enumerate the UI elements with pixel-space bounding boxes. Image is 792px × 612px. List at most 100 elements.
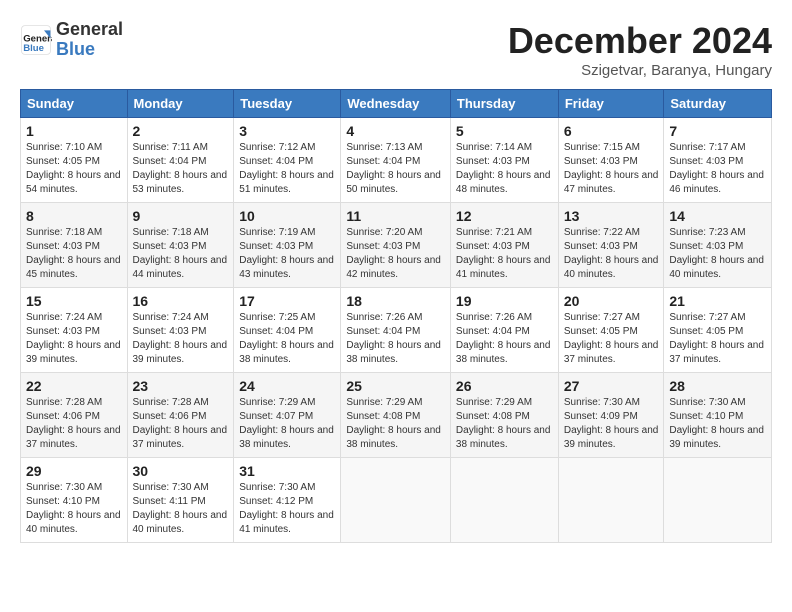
calendar-cell [558,458,664,543]
calendar-cell: 8Sunrise: 7:18 AMSunset: 4:03 PMDaylight… [21,203,128,288]
calendar-cell: 13 Sunrise: 7:22 AMSunset: 4:03 PMDayligh… [558,203,664,288]
day-info: Sunrise: 7:14 AMSunset: 4:03 PMDaylight:… [456,141,553,197]
weekday-header: Thursday [450,90,558,118]
day-info: Sunrise: 7:26 AMSunset: 4:04 PMDaylight:… [456,311,553,367]
calendar-cell: 19Sunrise: 7:26 AMSunset: 4:04 PMDayligh… [450,288,558,373]
logo-line2: Blue [56,40,123,60]
day-info: Sunrise: 7:19 AMSunset: 4:03 PMDaylight:… [239,226,335,282]
day-number: 18 [346,293,445,309]
calendar-cell: 16 Sunrise: 7:24 AMSunset: 4:03 PMDayligh… [127,288,234,373]
calendar-cell: 3 Sunrise: 7:12 AMSunset: 4:04 PMDaylight… [234,118,341,203]
day-info: Sunrise: 7:15 AMSunset: 4:03 PMDaylight:… [564,141,659,197]
calendar-cell: 22Sunrise: 7:28 AMSunset: 4:06 PMDayligh… [21,373,128,458]
day-number: 31 [239,463,335,479]
calendar-cell: 26Sunrise: 7:29 AMSunset: 4:08 PMDayligh… [450,373,558,458]
day-info: Sunrise: 7:18 AMSunset: 4:03 PMDaylight:… [133,226,229,282]
day-info: Sunrise: 7:30 AMSunset: 4:12 PMDaylight:… [239,481,335,537]
day-info: Sunrise: 7:29 AMSunset: 4:07 PMDaylight:… [239,396,335,452]
calendar-cell [450,458,558,543]
title-area: December 2024 Szigetvar, Baranya, Hungar… [508,20,772,79]
weekday-header: Wednesday [341,90,451,118]
day-info: Sunrise: 7:30 AMSunset: 4:10 PMDaylight:… [669,396,766,452]
day-number: 16 [133,293,229,309]
day-info: Sunrise: 7:27 AMSunset: 4:05 PMDaylight:… [564,311,659,367]
day-number: 24 [239,378,335,394]
calendar-cell: 24 Sunrise: 7:29 AMSunset: 4:07 PMDayligh… [234,373,341,458]
day-number: 1 [26,123,122,139]
day-info: Sunrise: 7:17 AMSunset: 4:03 PMDaylight:… [669,141,766,197]
day-info: Sunrise: 7:29 AMSunset: 4:08 PMDaylight:… [346,396,445,452]
calendar-body: 1 Sunrise: 7:10 AMSunset: 4:05 PMDaylight… [21,118,772,543]
day-info: Sunrise: 7:25 AMSunset: 4:04 PMDaylight:… [239,311,335,367]
day-info: Sunrise: 7:11 AMSunset: 4:04 PMDaylight:… [133,141,229,197]
day-info: Sunrise: 7:10 AMSunset: 4:05 PMDaylight:… [26,141,122,197]
day-number: 4 [346,123,445,139]
day-info: Sunrise: 7:28 AMSunset: 4:06 PMDaylight:… [133,396,229,452]
day-number: 7 [669,123,766,139]
calendar-week-row: 29 Sunrise: 7:30 AMSunset: 4:10 PMDayligh… [21,458,772,543]
day-info: Sunrise: 7:12 AMSunset: 4:04 PMDaylight:… [239,141,335,197]
day-number: 6 [564,123,659,139]
weekday-header: Saturday [664,90,772,118]
day-number: 25 [346,378,445,394]
day-number: 14 [669,208,766,224]
logo: General Blue General Blue [20,20,123,60]
calendar-cell: 9 Sunrise: 7:18 AMSunset: 4:03 PMDaylight… [127,203,234,288]
calendar-cell: 15 Sunrise: 7:24 AMSunset: 4:03 PMDayligh… [21,288,128,373]
day-number: 26 [456,378,553,394]
day-number: 3 [239,123,335,139]
calendar-cell: 10 Sunrise: 7:19 AMSunset: 4:03 PMDayligh… [234,203,341,288]
calendar-cell: 5 Sunrise: 7:14 AMSunset: 4:03 PMDaylight… [450,118,558,203]
calendar-cell [341,458,451,543]
calendar-cell: 23 Sunrise: 7:28 AMSunset: 4:06 PMDayligh… [127,373,234,458]
day-info: Sunrise: 7:20 AMSunset: 4:03 PMDaylight:… [346,226,445,282]
day-number: 10 [239,208,335,224]
calendar-cell: 29 Sunrise: 7:30 AMSunset: 4:10 PMDayligh… [21,458,128,543]
weekday-header: Friday [558,90,664,118]
day-info: Sunrise: 7:18 AMSunset: 4:03 PMDaylight:… [26,226,122,282]
day-info: Sunrise: 7:24 AMSunset: 4:03 PMDaylight:… [133,311,229,367]
day-info: Sunrise: 7:24 AMSunset: 4:03 PMDaylight:… [26,311,122,367]
logo-icon: General Blue [20,24,52,56]
calendar-week-row: 8Sunrise: 7:18 AMSunset: 4:03 PMDaylight… [21,203,772,288]
day-number: 27 [564,378,659,394]
day-number: 15 [26,293,122,309]
day-number: 13 [564,208,659,224]
day-number: 23 [133,378,229,394]
day-info: Sunrise: 7:21 AMSunset: 4:03 PMDaylight:… [456,226,553,282]
svg-text:Blue: Blue [23,43,44,54]
calendar-cell: 21Sunrise: 7:27 AMSunset: 4:05 PMDayligh… [664,288,772,373]
day-number: 17 [239,293,335,309]
calendar-cell: 1 Sunrise: 7:10 AMSunset: 4:05 PMDaylight… [21,118,128,203]
calendar-cell: 20Sunrise: 7:27 AMSunset: 4:05 PMDayligh… [558,288,664,373]
day-info: Sunrise: 7:30 AMSunset: 4:10 PMDaylight:… [26,481,122,537]
calendar-cell: 17 Sunrise: 7:25 AMSunset: 4:04 PMDayligh… [234,288,341,373]
calendar-cell: 12Sunrise: 7:21 AMSunset: 4:03 PMDayligh… [450,203,558,288]
day-info: Sunrise: 7:26 AMSunset: 4:04 PMDaylight:… [346,311,445,367]
day-number: 9 [133,208,229,224]
day-info: Sunrise: 7:22 AMSunset: 4:03 PMDaylight:… [564,226,659,282]
calendar-cell: 25 Sunrise: 7:29 AMSunset: 4:08 PMDayligh… [341,373,451,458]
day-info: Sunrise: 7:13 AMSunset: 4:04 PMDaylight:… [346,141,445,197]
day-number: 29 [26,463,122,479]
calendar-cell: 6 Sunrise: 7:15 AMSunset: 4:03 PMDaylight… [558,118,664,203]
day-number: 11 [346,208,445,224]
calendar-cell: 30 Sunrise: 7:30 AMSunset: 4:11 PMDayligh… [127,458,234,543]
day-number: 5 [456,123,553,139]
day-number: 30 [133,463,229,479]
day-number: 21 [669,293,766,309]
calendar-cell: 2Sunrise: 7:11 AMSunset: 4:04 PMDaylight… [127,118,234,203]
day-number: 22 [26,378,122,394]
calendar-table: SundayMondayTuesdayWednesdayThursdayFrid… [20,89,772,543]
day-info: Sunrise: 7:30 AMSunset: 4:09 PMDaylight:… [564,396,659,452]
calendar-week-row: 22 Sunrise: 7:28 AMSunset: 4:06 PMDayligh… [21,373,772,458]
day-info: Sunrise: 7:30 AMSunset: 4:11 PMDaylight:… [133,481,229,537]
weekday-header: Tuesday [234,90,341,118]
page-header: General Blue General Blue December 2024 … [20,20,772,79]
calendar-cell: 4 Sunrise: 7:13 AMSunset: 4:04 PMDaylight… [341,118,451,203]
weekday-header: Monday [127,90,234,118]
day-number: 28 [669,378,766,394]
calendar-cell: 31 Sunrise: 7:30 AMSunset: 4:12 PMDayligh… [234,458,341,543]
calendar-week-row: 15 Sunrise: 7:24 AMSunset: 4:03 PMDayligh… [21,288,772,373]
calendar-cell: 14Sunrise: 7:23 AMSunset: 4:03 PMDayligh… [664,203,772,288]
